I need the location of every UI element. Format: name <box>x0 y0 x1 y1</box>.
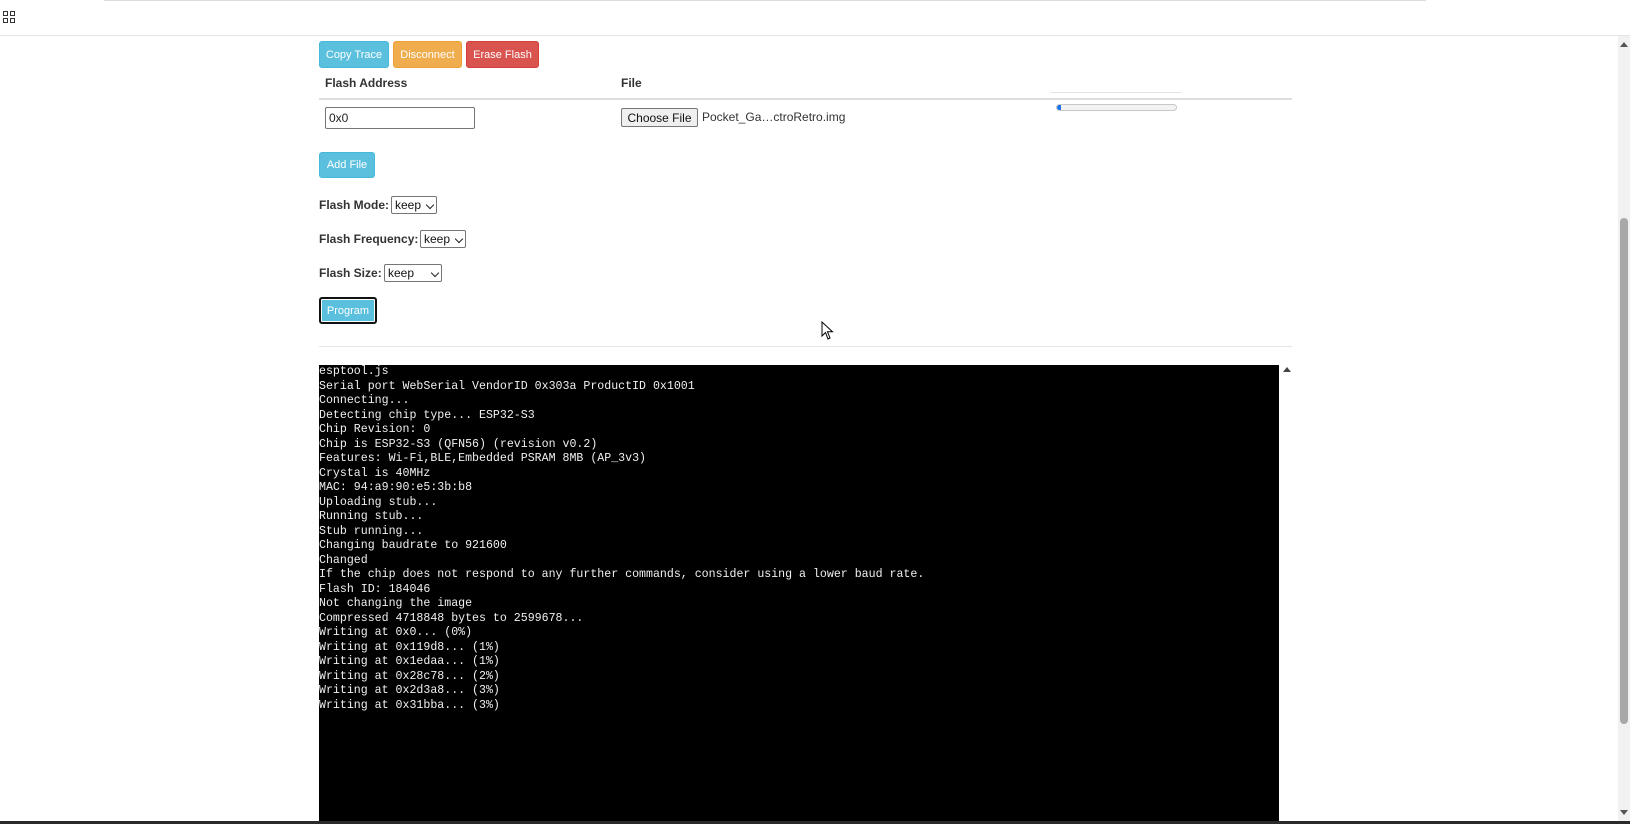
top-bar <box>0 0 1630 36</box>
console-line: Crystal is 40MHz <box>319 466 431 480</box>
table-header-divider <box>319 98 1292 100</box>
flash-size-value: keep <box>388 266 415 280</box>
disconnect-button[interactable]: Disconnect <box>393 41 462 68</box>
console-line: Writing at 0x0... (0%) <box>319 626 473 639</box>
console-line: Writing at 0x31bba... (3%) <box>319 698 500 712</box>
console-line: Writing at 0x1edaa... (1%) <box>319 655 500 668</box>
flash-size-select[interactable]: keep <box>384 264 442 282</box>
console-line: Serial port WebSerial VendorID 0x303a Pr… <box>319 379 695 393</box>
flash-mode-label: Flash Mode: <box>319 198 390 212</box>
console-line: Writing at 0x2d3a8... (3%) <box>319 684 500 697</box>
selected-file-name: Pocket_Ga…ctroRetro.img <box>702 110 846 124</box>
console-line: Chip is ESP32-S3 (QFN56) (revision v0.2) <box>319 437 598 451</box>
console-line: Stub running... <box>319 524 424 538</box>
console-scroll-up-icon[interactable] <box>1283 367 1291 372</box>
apps-grid-icon[interactable] <box>3 11 16 24</box>
mouse-cursor-icon <box>821 321 834 340</box>
scroll-down-icon[interactable] <box>1620 810 1628 815</box>
flash-mode-select[interactable]: keep <box>391 196 437 214</box>
program-button[interactable]: Program <box>319 297 377 324</box>
flash-size-label: Flash Size: <box>319 266 382 280</box>
console-line: If the chip does not respond to any furt… <box>319 568 925 581</box>
console-line: Writing at 0x28c78... (2%) <box>319 669 500 683</box>
console-line: Changing baudrate to 921600 <box>319 539 507 552</box>
flash-progress-fill <box>1057 105 1061 110</box>
erase-flash-button[interactable]: Erase Flash <box>466 41 539 68</box>
console-line: Not changing the image <box>319 597 473 610</box>
chevron-down-icon <box>425 200 435 210</box>
console-line: Detecting chip type... ESP32-S3 <box>319 408 535 422</box>
flash-address-input[interactable] <box>325 107 475 129</box>
chevron-down-icon <box>454 234 464 244</box>
flash-progress-bar <box>1056 104 1177 111</box>
flash-frequency-select[interactable]: keep <box>420 230 466 248</box>
flash-frequency-label: Flash Frequency: <box>319 232 419 246</box>
console-line: MAC: 94:a9:90:e5:3b:b8 <box>319 481 473 494</box>
top-divider <box>104 0 1426 1</box>
scrollbar-thumb[interactable] <box>1620 218 1628 724</box>
console-line: Connecting... <box>319 394 410 407</box>
file-header: File <box>621 76 642 90</box>
flash-frequency-value: keep <box>424 232 451 246</box>
console-line: Compressed 4718848 bytes to 2599678... <box>319 611 584 625</box>
scroll-up-icon[interactable] <box>1620 42 1628 47</box>
console-line: Uploading stub... <box>319 495 438 509</box>
progress-column-header <box>1050 92 1182 93</box>
add-file-button[interactable]: Add File <box>319 152 375 178</box>
copy-trace-button[interactable]: Copy Trace <box>319 41 389 68</box>
console-line: Running stub... <box>319 510 424 523</box>
console-line: Writing at 0x119d8... (1%) <box>319 640 500 654</box>
chevron-down-icon <box>430 268 440 278</box>
console-line: Chip Revision: 0 <box>319 423 431 436</box>
flash-address-header: Flash Address <box>325 76 408 90</box>
console-line: Flash ID: 184046 <box>319 582 431 596</box>
section-divider <box>319 346 1292 347</box>
console-line: Features: Wi-Fi,BLE,Embedded PSRAM 8MB (… <box>319 452 646 465</box>
console-output[interactable]: esptool.js Serial port WebSerial VendorID… <box>319 365 1279 824</box>
choose-file-button[interactable]: Choose File <box>621 108 698 127</box>
console-line: esptool.js <box>319 365 389 378</box>
flash-mode-value: keep <box>395 198 422 212</box>
page-scrollbar[interactable] <box>1618 36 1630 824</box>
console-line: Changed <box>319 553 368 567</box>
